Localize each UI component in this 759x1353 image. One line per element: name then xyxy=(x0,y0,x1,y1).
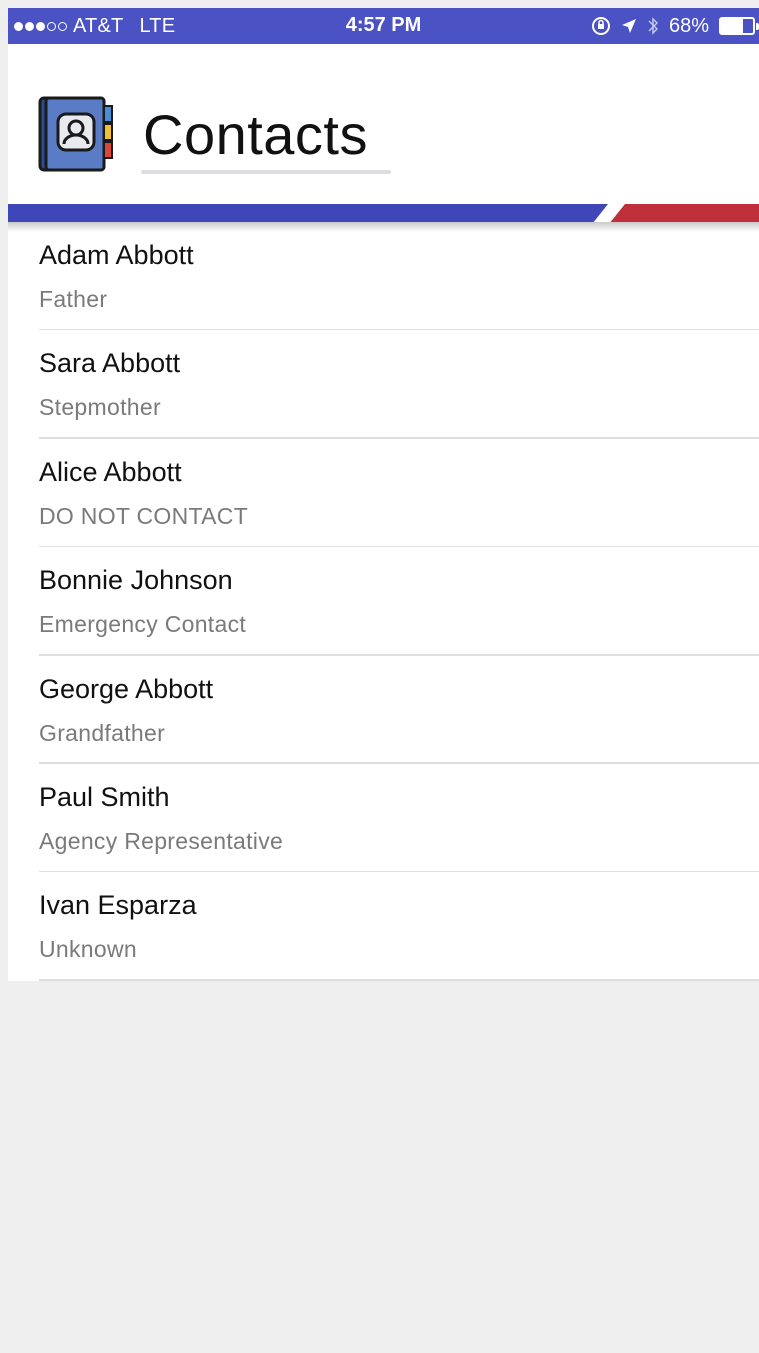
contact-list-item[interactable]: Paul Smith Agency Representative xyxy=(8,764,759,873)
contact-relation: Unknown xyxy=(39,936,137,963)
contact-list-item[interactable]: Sara Abbott Stepmother xyxy=(8,330,759,439)
header-shadow xyxy=(8,222,759,232)
contact-name: Bonnie Johnson xyxy=(39,565,233,596)
contact-list: Adam Abbott Father Sara Abbott Stepmother Al… xyxy=(8,222,759,981)
contact-relation: Father xyxy=(39,286,108,312)
contact-list-item[interactable]: Adam Abbott Father xyxy=(8,222,759,331)
bluetooth-icon xyxy=(648,17,658,35)
battery-percent: 68% xyxy=(668,14,709,37)
contact-list-item[interactable]: Ivan Esparza Unknown xyxy=(8,872,759,981)
orientation-lock-icon xyxy=(591,17,610,35)
app-header: Contacts xyxy=(8,44,759,208)
contact-name: Sara Abbott xyxy=(39,348,181,379)
page-title: Contacts xyxy=(143,103,368,166)
contact-name: Alice Abbott xyxy=(39,456,182,487)
status-bar: AT&T LTE 4:57 PM 68% xyxy=(8,8,759,44)
contact-name: George Abbott xyxy=(39,673,214,704)
header-stripe xyxy=(8,204,759,224)
row-divider xyxy=(39,979,759,981)
battery-icon xyxy=(719,17,759,35)
contact-name: Adam Abbott xyxy=(39,240,194,270)
contact-name: Ivan Esparza xyxy=(39,890,197,921)
contact-list-item[interactable]: Bonnie Johnson Emergency Contact xyxy=(8,547,759,656)
address-book-icon xyxy=(38,96,113,172)
contact-name: Paul Smith xyxy=(39,781,170,812)
contact-relation: Stepmother xyxy=(39,394,161,421)
contact-relation: Grandfather xyxy=(39,719,166,746)
title-underline xyxy=(141,170,391,174)
location-arrow-icon xyxy=(621,19,636,33)
contact-list-item[interactable]: George Abbott Grandfather xyxy=(8,656,759,764)
contact-relation: DO NOT CONTACT xyxy=(39,502,249,529)
contact-list-item[interactable]: Alice Abbott DO NOT CONTACT xyxy=(8,439,759,548)
contact-relation: Agency Representative xyxy=(39,827,284,854)
contact-relation: Emergency Contact xyxy=(39,611,247,638)
status-right: 68% xyxy=(591,8,759,44)
